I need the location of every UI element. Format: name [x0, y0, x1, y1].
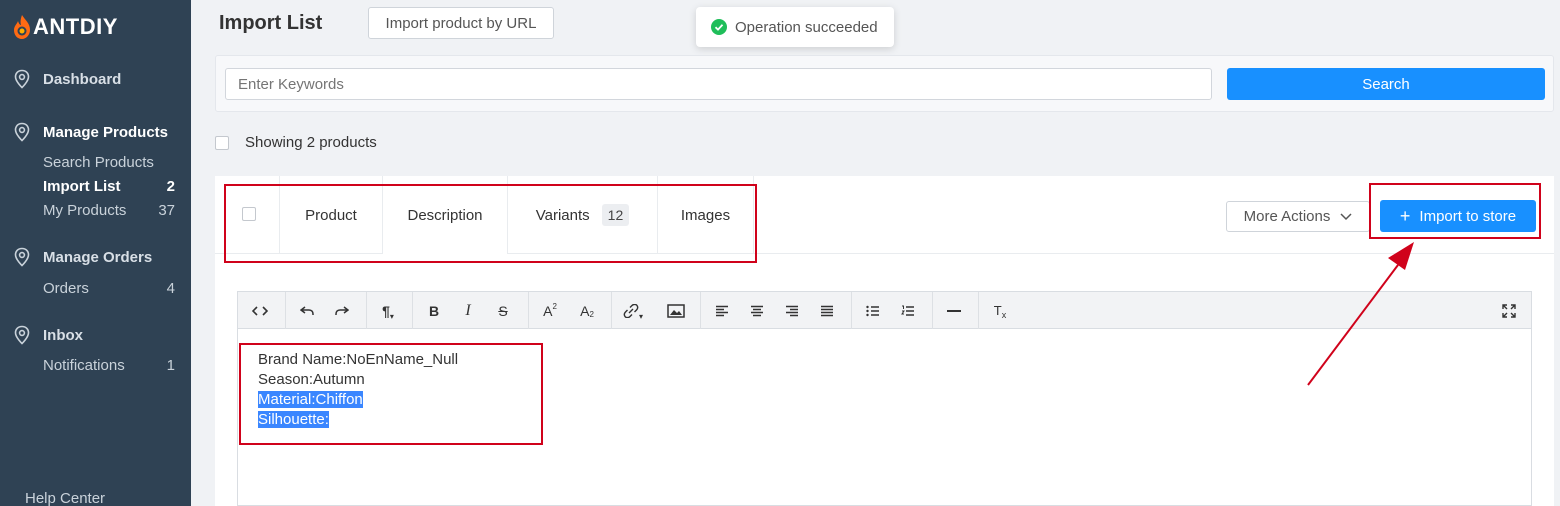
numbered-list-icon[interactable] — [891, 292, 925, 329]
location-pin-icon — [14, 325, 30, 345]
code-view-icon[interactable] — [243, 292, 277, 329]
link-icon[interactable]: ▾ — [616, 292, 650, 329]
nav-dashboard-label: Dashboard — [43, 70, 122, 88]
paragraph-icon[interactable]: ¶ ▾ — [371, 292, 405, 329]
nav-manage-products-label: Manage Products — [43, 123, 169, 141]
sidebar-item-label: Orders — [43, 280, 89, 297]
annotation-arrow-icon — [1307, 242, 1414, 386]
align-center-icon[interactable] — [740, 292, 774, 329]
sidebar-item-notifications[interactable]: Notifications 1 — [43, 357, 175, 374]
brand-logo[interactable]: ANTDIY — [12, 14, 118, 40]
flame-icon — [14, 15, 30, 39]
brand-name: ANTDIY — [33, 14, 118, 39]
sidebar-item-my-products[interactable]: My Products 37 — [43, 202, 175, 219]
bold-icon[interactable]: B — [417, 292, 451, 329]
toast-message: Operation succeeded — [735, 18, 878, 36]
search-input[interactable] — [225, 68, 1212, 100]
location-pin-icon — [14, 247, 30, 267]
sidebar-item-orders[interactable]: Orders 4 — [43, 280, 175, 297]
italic-icon[interactable]: I — [451, 292, 485, 329]
more-actions-label: More Actions — [1243, 208, 1331, 225]
more-actions-button[interactable]: More Actions — [1226, 201, 1370, 232]
success-toast: Operation succeeded — [696, 7, 894, 47]
undo-icon[interactable] — [290, 292, 324, 329]
align-left-icon[interactable] — [705, 292, 739, 329]
search-panel: Search — [215, 55, 1554, 112]
align-right-icon[interactable] — [775, 292, 809, 329]
tabs-highlight-box — [224, 184, 757, 263]
image-icon[interactable] — [659, 292, 693, 329]
check-circle-icon — [711, 19, 727, 35]
nav-inbox[interactable]: Inbox — [12, 325, 83, 345]
nav-inbox-label: Inbox — [43, 326, 83, 344]
justify-icon[interactable] — [810, 292, 844, 329]
clear-format-icon[interactable]: Tx — [983, 292, 1017, 329]
sidebar-item-count: 4 — [166, 280, 175, 297]
page-title: Import List — [219, 12, 323, 34]
sidebar-item-search-products[interactable]: Search Products — [43, 154, 175, 171]
sidebar-item-import-list[interactable]: Import List 2 — [43, 178, 175, 195]
subscript-icon[interactable]: A2 — [570, 292, 604, 329]
sidebar-item-label: Notifications — [43, 357, 125, 374]
bullet-list-icon[interactable] — [856, 292, 890, 329]
nav-manage-orders-label: Manage Orders — [43, 248, 153, 266]
nav-dashboard[interactable]: Dashboard — [12, 69, 121, 89]
select-all-checkbox[interactable] — [215, 135, 229, 150]
horizontal-rule-icon[interactable] — [937, 292, 971, 329]
nav-manage-products[interactable]: Manage Products — [12, 122, 168, 142]
sidebar-item-label: My Products — [43, 202, 127, 219]
redo-icon[interactable] — [325, 292, 359, 329]
location-pin-icon — [14, 69, 30, 89]
nav-manage-orders[interactable]: Manage Orders — [12, 247, 152, 267]
import-by-url-button[interactable]: Import product by URL — [368, 7, 554, 39]
search-button[interactable]: Search — [1227, 68, 1545, 100]
showing-count-text: Showing 2 products — [245, 134, 377, 151]
location-pin-icon — [14, 122, 30, 142]
chevron-down-icon — [1340, 212, 1352, 220]
select-all-row: Showing 2 products — [215, 134, 377, 151]
sidebar-item-label: Search Products — [43, 154, 154, 171]
strikethrough-icon[interactable]: S — [486, 292, 520, 329]
fullscreen-icon[interactable] — [1492, 292, 1526, 329]
sidebar-item-count: 37 — [158, 202, 175, 219]
sidebar-item-count: 1 — [166, 357, 175, 374]
description-highlight-box — [239, 343, 543, 445]
sidebar: ANTDIY Dashboard Manage Products Search … — [0, 0, 191, 506]
sidebar-item-label: Import List — [43, 178, 121, 195]
superscript-icon[interactable]: A2 — [533, 292, 567, 329]
sidebar-item-count: 2 — [166, 178, 175, 195]
help-center-link[interactable]: Help Center — [25, 490, 105, 506]
